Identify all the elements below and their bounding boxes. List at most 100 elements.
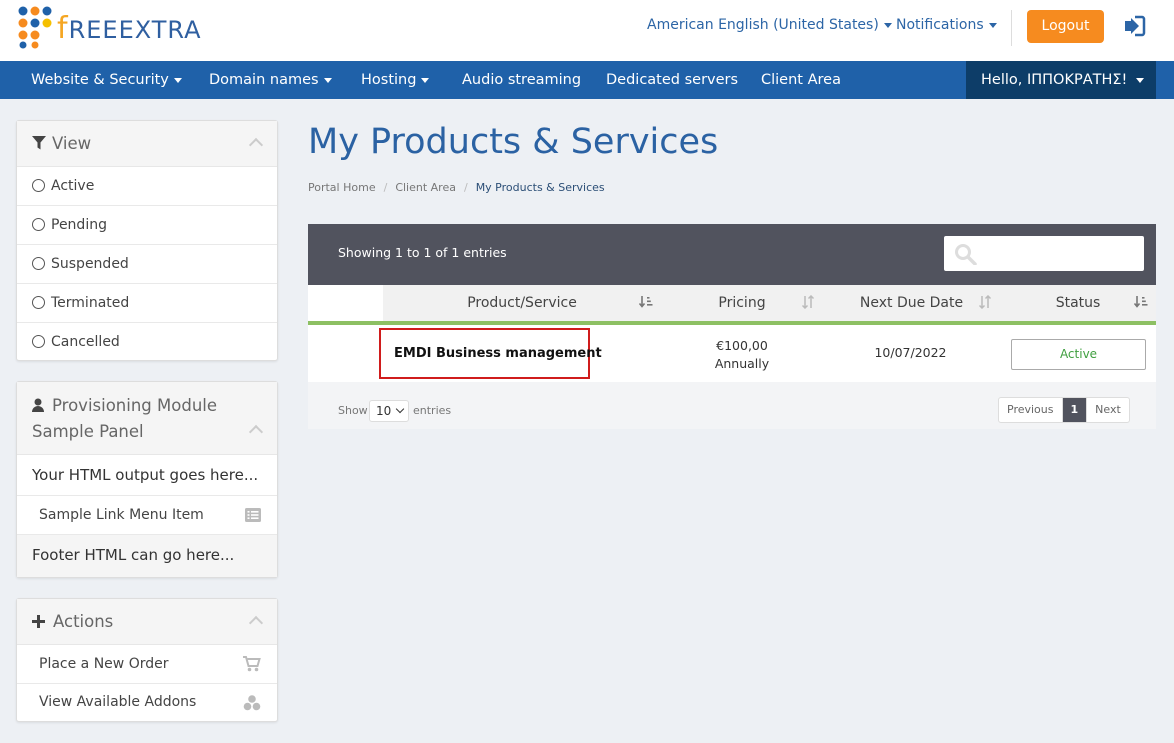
user-greeting: Hello, ΙΠΠΟΚΡΑΤΗΣ! bbox=[981, 72, 1128, 88]
logo-text-rest: REEEXTRA bbox=[68, 16, 202, 44]
sign-out-icon[interactable] bbox=[1122, 14, 1146, 38]
pagination-previous[interactable]: Previous bbox=[999, 398, 1063, 422]
filter-cancelled[interactable]: Cancelled bbox=[17, 323, 277, 361]
view-panel: View Active Pending Suspended Terminated… bbox=[16, 120, 278, 361]
sample-link-label: Sample Link Menu Item bbox=[39, 507, 204, 523]
provisioning-panel-header[interactable]: Provisioning Module Sample Panel bbox=[17, 382, 277, 455]
nav-website-security[interactable]: Website & Security bbox=[31, 61, 182, 99]
filter-terminated[interactable]: Terminated bbox=[17, 284, 277, 323]
radio-icon[interactable] bbox=[32, 335, 45, 348]
filter-label: Terminated bbox=[51, 295, 130, 311]
chevron-up-icon[interactable] bbox=[248, 424, 264, 440]
view-panel-title: View bbox=[52, 134, 92, 153]
provisioning-title-line1: Provisioning Module bbox=[52, 396, 218, 415]
radio-icon[interactable] bbox=[32, 257, 45, 270]
due-date-cell: 10/07/2022 bbox=[874, 345, 947, 360]
shopping-cart-icon bbox=[243, 656, 261, 672]
column-header-product[interactable]: Product/Service bbox=[383, 285, 661, 325]
nav-domain-names[interactable]: Domain names bbox=[209, 61, 332, 99]
language-label: American English (United States) bbox=[647, 17, 879, 33]
view-available-addons-item[interactable]: View Available Addons bbox=[17, 684, 277, 722]
breadcrumb-portal-home[interactable]: Portal Home bbox=[308, 181, 376, 194]
product-name-cell[interactable]: EMDI Business management bbox=[379, 328, 602, 379]
nav-label: Domain names bbox=[209, 72, 319, 88]
nav-label: Hosting bbox=[361, 72, 417, 88]
filter-active[interactable]: Active bbox=[17, 167, 277, 206]
actions-panel: Actions Place a New Order View Available… bbox=[16, 598, 278, 722]
top-header: fREEEXTRA American English (United State… bbox=[0, 0, 1174, 61]
sort-icon bbox=[978, 295, 992, 309]
chevron-down-icon bbox=[883, 22, 892, 28]
chevron-down-icon bbox=[323, 77, 332, 83]
list-alt-icon bbox=[245, 508, 261, 522]
pricing-cell: €100,00 Annually bbox=[662, 337, 822, 373]
chevron-down-icon bbox=[395, 404, 405, 414]
view-panel-header[interactable]: View bbox=[17, 121, 277, 167]
column-label: Next Due Date bbox=[859, 295, 964, 311]
provisioning-footer: Footer HTML can go here... bbox=[17, 535, 277, 577]
language-dropdown[interactable]: American English (United States) bbox=[647, 17, 892, 33]
breadcrumb: Portal Home / Client Area / My Products & Se… bbox=[308, 181, 605, 194]
price-amount: €100,00 bbox=[716, 338, 768, 353]
plus-icon bbox=[32, 615, 45, 628]
column-header-next-due-date[interactable]: Next Due Date bbox=[823, 285, 1000, 325]
column-label: Pricing bbox=[718, 295, 766, 311]
filter-label: Pending bbox=[51, 217, 107, 233]
user-icon bbox=[32, 398, 44, 412]
search-icon bbox=[955, 244, 977, 265]
table-toolbar: Showing 1 to 1 of 1 entries bbox=[308, 224, 1156, 285]
page-length-select[interactable]: 10 bbox=[369, 400, 409, 422]
filter-suspended[interactable]: Suspended bbox=[17, 245, 277, 284]
column-header-status[interactable]: Status bbox=[1000, 285, 1156, 325]
filter-pending[interactable]: Pending bbox=[17, 206, 277, 245]
chevron-up-icon[interactable] bbox=[248, 615, 264, 631]
radio-icon[interactable] bbox=[32, 218, 45, 231]
breadcrumb-client-area[interactable]: Client Area bbox=[395, 181, 456, 194]
column-label: Product/Service bbox=[467, 295, 577, 311]
provisioning-panel: Provisioning Module Sample Panel Your HT… bbox=[16, 381, 278, 578]
status-badge: Active bbox=[1011, 339, 1146, 370]
chevron-down-icon bbox=[1136, 77, 1145, 83]
logout-button[interactable]: Logout bbox=[1027, 10, 1104, 43]
nav-label: Website & Security bbox=[31, 72, 169, 88]
sort-descending-icon bbox=[1134, 296, 1148, 308]
nav-client-area[interactable]: Client Area bbox=[761, 61, 841, 99]
user-menu[interactable]: Hello, ΙΠΠΟΚΡΑΤΗΣ! bbox=[966, 61, 1156, 99]
pagination-page-1[interactable]: 1 bbox=[1062, 398, 1087, 422]
nav-dedicated-servers[interactable]: Dedicated servers bbox=[606, 61, 738, 99]
logo-text: fREEEXTRA bbox=[57, 11, 202, 46]
filter-label: Suspended bbox=[51, 256, 129, 272]
logo-text-f: f bbox=[57, 11, 69, 46]
show-label: Show bbox=[338, 404, 368, 417]
page-length-value: 10 bbox=[376, 404, 392, 418]
column-header-blank bbox=[308, 285, 383, 325]
chevron-up-icon[interactable] bbox=[248, 137, 264, 153]
actions-panel-title: Actions bbox=[53, 612, 114, 631]
chevron-down-icon bbox=[988, 22, 997, 28]
chevron-down-icon bbox=[421, 77, 430, 83]
notifications-dropdown[interactable]: Notifications bbox=[896, 17, 997, 33]
billing-cycle: Annually bbox=[714, 356, 770, 371]
radio-icon[interactable] bbox=[32, 179, 45, 192]
logo-dots-icon bbox=[18, 6, 52, 49]
filter-label: Active bbox=[51, 178, 95, 194]
nav-hosting[interactable]: Hosting bbox=[361, 61, 430, 99]
nav-audio-streaming[interactable]: Audio streaming bbox=[462, 61, 581, 99]
main-navbar: Website & Security Domain names Hosting … bbox=[0, 61, 1174, 99]
provisioning-title-line2: Sample Panel bbox=[32, 422, 144, 441]
place-new-order-label: Place a New Order bbox=[39, 656, 169, 672]
filter-icon bbox=[32, 136, 46, 150]
sort-descending-icon bbox=[639, 296, 653, 308]
sort-icon bbox=[801, 295, 815, 309]
pagination-next[interactable]: Next bbox=[1086, 398, 1129, 422]
actions-panel-header[interactable]: Actions bbox=[17, 599, 277, 645]
table-search-input[interactable] bbox=[944, 236, 1144, 271]
sample-link-menu-item[interactable]: Sample Link Menu Item bbox=[17, 496, 277, 535]
header-divider bbox=[1011, 10, 1012, 46]
radio-icon[interactable] bbox=[32, 296, 45, 309]
cubes-icon bbox=[243, 695, 261, 711]
column-header-pricing[interactable]: Pricing bbox=[661, 285, 823, 325]
place-new-order-item[interactable]: Place a New Order bbox=[17, 645, 277, 684]
freeextra-logo[interactable]: fREEEXTRA bbox=[17, 5, 201, 49]
chevron-down-icon bbox=[173, 77, 182, 83]
